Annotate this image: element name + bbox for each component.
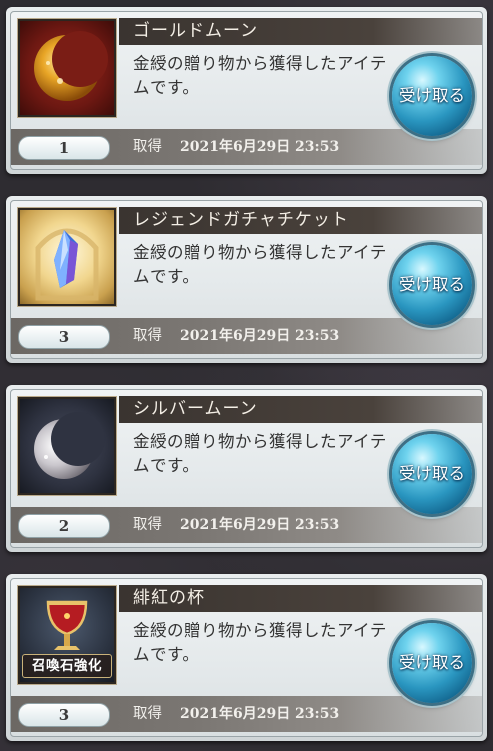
receive-button[interactable]: 受け取る — [392, 434, 472, 514]
crimson-chalice-icon: 召喚石強化 — [18, 586, 116, 684]
receive-button[interactable]: 受け取る — [392, 245, 472, 325]
item-description: 金綬の贈り物から獲得したアイテムです。 — [133, 243, 387, 286]
item-footer: 1 取得 2021年6月29日 23:53 — [11, 129, 482, 165]
silver-moon-icon — [18, 397, 116, 495]
acquired-label: 取得 — [133, 139, 162, 155]
acquired-date: 2021年6月29日 23:53 — [180, 328, 340, 344]
item-description: 金綬の贈り物から獲得したアイテムです。 — [133, 54, 387, 97]
item-description: 金綬の贈り物から獲得したアイテムです。 — [133, 432, 387, 475]
quantity-badge: 2 — [18, 514, 110, 538]
acquired-date: 2021年6月29日 23:53 — [180, 139, 340, 155]
acquired-info: 取得 2021年6月29日 23:53 — [133, 318, 339, 354]
acquired-info: 取得 2021年6月29日 23:53 — [133, 129, 339, 165]
acquired-label: 取得 — [133, 706, 162, 722]
acquired-info: 取得 2021年6月29日 23:53 — [133, 507, 339, 543]
item-name: ゴールドムーン — [119, 18, 482, 45]
gift-list: ゴールドムーン 金綬の贈り物から獲得したアイテムです。 1 取得 2021年6月2… — [0, 0, 493, 751]
item-name: シルバームーン — [119, 396, 482, 423]
acquired-date: 2021年6月29日 23:53 — [180, 706, 340, 722]
acquired-label: 取得 — [133, 328, 162, 344]
quantity-badge: 3 — [18, 325, 110, 349]
quantity-badge: 3 — [18, 703, 110, 727]
gift-item-card: 召喚石強化 緋紅の杯 金綬の贈り物から獲得したアイテムです。 3 取得 2021年… — [6, 574, 487, 741]
receive-button[interactable]: 受け取る — [392, 623, 472, 703]
acquired-label: 取得 — [133, 517, 162, 533]
item-name: 緋紅の杯 — [119, 585, 482, 612]
acquired-info: 取得 2021年6月29日 23:53 — [133, 696, 339, 732]
gift-item-card: レジェンドガチャチケット 金綬の贈り物から獲得したアイテムです。 3 取得 202… — [6, 196, 487, 363]
gift-item-card: ゴールドムーン 金綬の贈り物から獲得したアイテムです。 1 取得 2021年6月2… — [6, 7, 487, 174]
item-name: レジェンドガチャチケット — [119, 207, 482, 234]
quantity-badge: 1 — [18, 136, 110, 160]
item-description: 金綬の贈り物から獲得したアイテムです。 — [133, 621, 387, 664]
item-footer: 3 取得 2021年6月29日 23:53 — [11, 696, 482, 732]
legend-ticket-icon — [18, 208, 116, 306]
gold-moon-icon — [18, 19, 116, 117]
item-footer: 2 取得 2021年6月29日 23:53 — [11, 507, 482, 543]
item-footer: 3 取得 2021年6月29日 23:53 — [11, 318, 482, 354]
gift-item-card: シルバームーン 金綬の贈り物から獲得したアイテムです。 2 取得 2021年6月2… — [6, 385, 487, 552]
acquired-date: 2021年6月29日 23:53 — [180, 517, 340, 533]
receive-button[interactable]: 受け取る — [392, 56, 472, 136]
item-badge: 召喚石強化 — [22, 654, 112, 678]
